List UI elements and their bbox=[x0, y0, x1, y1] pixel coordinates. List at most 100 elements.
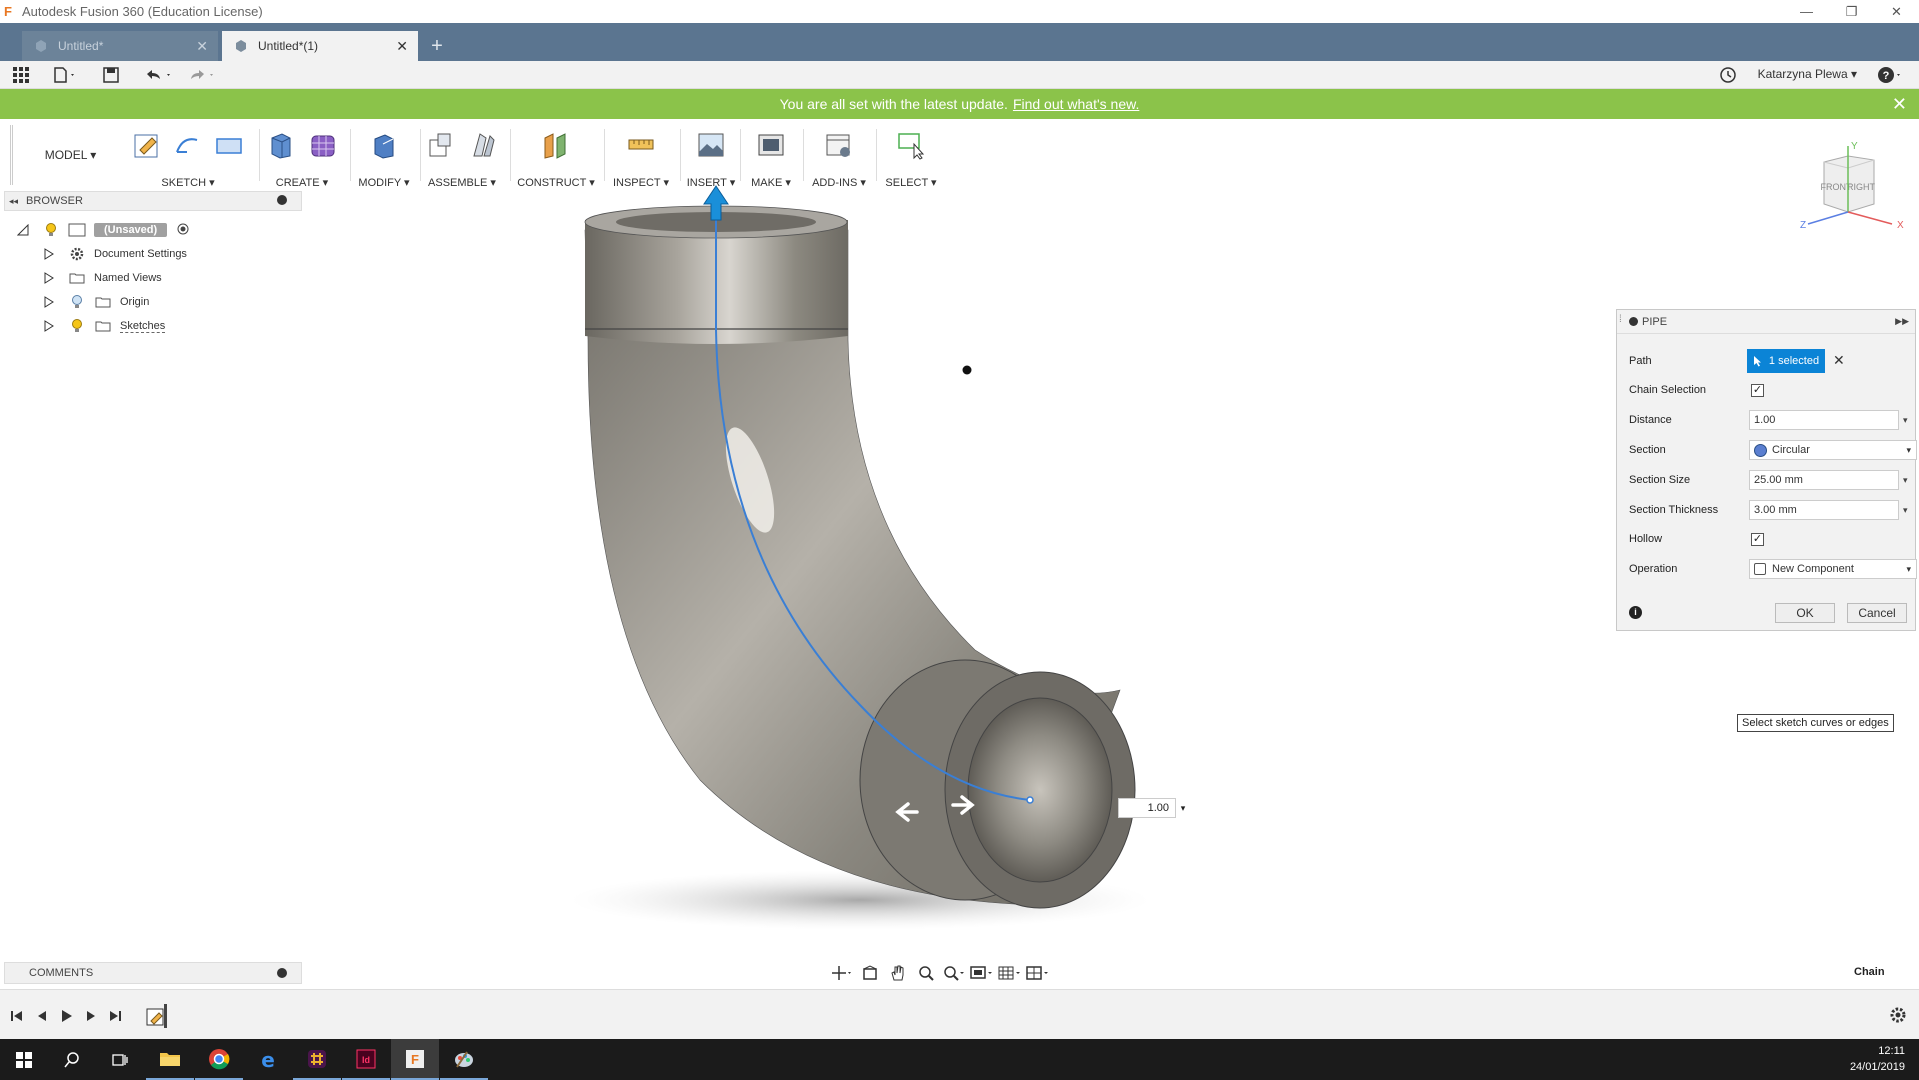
browser-panel-header[interactable]: ◂◂ BROWSER bbox=[4, 191, 302, 211]
path-selection-button[interactable]: 1 selected bbox=[1747, 349, 1825, 373]
collapsed-triangle-icon[interactable] bbox=[42, 295, 56, 309]
minimize-button[interactable]: — bbox=[1784, 0, 1829, 23]
lightbulb-icon[interactable] bbox=[68, 319, 86, 333]
tree-item-named-views[interactable]: Named Views bbox=[16, 266, 276, 290]
fit-zoom-icon[interactable] bbox=[942, 962, 966, 984]
make-menu[interactable]: MAKE ▾ bbox=[742, 176, 800, 189]
sketch-menu[interactable]: SKETCH ▾ bbox=[130, 176, 246, 189]
orbit-icon[interactable] bbox=[830, 962, 854, 984]
restore-button[interactable]: ❐ bbox=[1829, 0, 1874, 23]
operation-select[interactable]: New Component ▾ bbox=[1749, 559, 1917, 579]
undo-icon[interactable] bbox=[143, 66, 175, 84]
collapse-dialog-icon[interactable] bbox=[1629, 317, 1638, 326]
press-pull-icon[interactable] bbox=[367, 128, 401, 162]
step-back-icon[interactable] bbox=[33, 1007, 51, 1025]
app-grid-icon[interactable] bbox=[12, 66, 30, 84]
offset-plane-icon[interactable] bbox=[539, 128, 573, 162]
select-menu[interactable]: SELECT ▾ bbox=[878, 176, 944, 189]
scripts-addins-icon[interactable] bbox=[822, 128, 856, 162]
timeline-sketch-feature-icon[interactable] bbox=[145, 1004, 169, 1031]
lightbulb-icon[interactable] bbox=[42, 223, 60, 237]
document-tab[interactable]: Untitled* ✕ bbox=[22, 31, 218, 61]
file-explorer-icon[interactable] bbox=[146, 1039, 194, 1080]
close-window-button[interactable]: ✕ bbox=[1874, 0, 1919, 23]
step-forward-icon[interactable] bbox=[82, 1007, 100, 1025]
measure-icon[interactable] bbox=[624, 128, 658, 162]
tree-root[interactable]: (Unsaved) bbox=[16, 218, 276, 242]
create-sketch-icon[interactable] bbox=[130, 128, 163, 162]
activate-radio-icon[interactable] bbox=[177, 223, 189, 238]
chevron-down-icon[interactable]: ▾ bbox=[1903, 505, 1908, 516]
tree-item-origin[interactable]: Origin bbox=[16, 290, 276, 314]
windows-start-icon[interactable] bbox=[0, 1039, 48, 1080]
finish-sketch-arc-icon[interactable] bbox=[171, 128, 204, 162]
extrude-icon[interactable] bbox=[264, 128, 298, 162]
go-to-end-icon[interactable] bbox=[106, 1007, 124, 1025]
comments-panel[interactable]: COMMENTS bbox=[4, 962, 302, 984]
edge-icon[interactable]: e bbox=[244, 1039, 292, 1080]
assemble-menu[interactable]: ASSEMBLE ▾ bbox=[422, 176, 502, 189]
section-thickness-input[interactable]: 3.00 mm bbox=[1749, 500, 1899, 520]
timeline-settings-gear-icon[interactable] bbox=[1889, 1006, 1907, 1027]
display-settings-icon[interactable] bbox=[970, 962, 994, 984]
paint-app-icon[interactable] bbox=[440, 1039, 488, 1080]
distance-dimension-field[interactable]: 1.00 ▾ bbox=[1118, 798, 1192, 818]
3d-print-icon[interactable] bbox=[754, 128, 788, 162]
chevron-down-icon[interactable]: ▾ bbox=[1903, 415, 1908, 426]
drag-handle-icon[interactable]: ⁞ bbox=[1619, 314, 1622, 325]
grid-settings-icon[interactable] bbox=[998, 962, 1022, 984]
new-component-icon[interactable] bbox=[424, 128, 458, 162]
document-tab-active[interactable]: Untitled*(1) ✕ bbox=[222, 31, 418, 61]
collapse-browser-icon[interactable]: ◂◂ bbox=[9, 196, 18, 207]
task-view-icon[interactable] bbox=[96, 1039, 144, 1080]
go-to-start-icon[interactable] bbox=[8, 1007, 26, 1025]
browser-pin-icon[interactable] bbox=[277, 195, 287, 205]
insert-menu[interactable]: INSERT ▾ bbox=[682, 176, 740, 189]
workspace-switcher[interactable]: MODEL ▾ bbox=[10, 125, 128, 185]
user-account-menu[interactable]: Katarzyna Plewa ▾ bbox=[1758, 67, 1857, 81]
tree-item-document-settings[interactable]: Document Settings bbox=[16, 242, 276, 266]
collapsed-triangle-icon[interactable] bbox=[42, 271, 56, 285]
hollow-checkbox[interactable]: ✓ bbox=[1751, 532, 1764, 546]
whats-new-link[interactable]: Find out what's new. bbox=[1013, 96, 1139, 112]
file-menu-icon[interactable] bbox=[52, 66, 78, 84]
fusion-360-taskbar-icon[interactable]: F bbox=[391, 1039, 439, 1080]
close-tab-icon[interactable]: ✕ bbox=[396, 38, 408, 55]
system-clock[interactable]: 12:11 24/01/2019 bbox=[1850, 1043, 1905, 1075]
joint-icon[interactable] bbox=[466, 128, 500, 162]
info-icon[interactable]: i bbox=[1629, 606, 1642, 619]
expanded-triangle-icon[interactable] bbox=[16, 223, 30, 237]
pipe-dialog-header[interactable]: ⁞ PIPE ▶▶ bbox=[1617, 310, 1915, 334]
search-icon[interactable] bbox=[48, 1039, 96, 1080]
chrome-icon[interactable] bbox=[195, 1039, 243, 1080]
expand-dialog-icon[interactable]: ▶▶ bbox=[1895, 316, 1909, 327]
zoom-icon[interactable] bbox=[914, 962, 938, 984]
sketch-rectangle-icon[interactable] bbox=[213, 128, 246, 162]
pan-hand-icon[interactable] bbox=[886, 962, 910, 984]
inspect-menu[interactable]: INSPECT ▾ bbox=[606, 176, 676, 189]
add-comment-icon[interactable] bbox=[277, 968, 287, 978]
root-component-label[interactable]: (Unsaved) bbox=[94, 223, 168, 237]
slack-icon[interactable] bbox=[293, 1039, 341, 1080]
distance-dimension-value[interactable]: 1.00 bbox=[1118, 798, 1176, 818]
lightbulb-off-icon[interactable] bbox=[68, 295, 86, 309]
create-form-icon[interactable] bbox=[306, 128, 340, 162]
modify-menu[interactable]: MODIFY ▾ bbox=[352, 176, 416, 189]
redo-icon[interactable] bbox=[186, 66, 218, 84]
look-at-icon[interactable] bbox=[858, 962, 882, 984]
indesign-icon[interactable]: Id bbox=[342, 1039, 390, 1080]
collapsed-triangle-icon[interactable] bbox=[42, 319, 56, 333]
distance-input[interactable]: 1.00 bbox=[1749, 410, 1899, 430]
select-icon[interactable] bbox=[894, 128, 928, 162]
close-banner-icon[interactable]: ✕ bbox=[1892, 94, 1907, 115]
viewports-icon[interactable] bbox=[1026, 962, 1050, 984]
chevron-down-icon[interactable]: ▾ bbox=[1176, 803, 1190, 814]
construct-menu[interactable]: CONSTRUCT ▾ bbox=[513, 176, 599, 189]
create-menu[interactable]: CREATE ▾ bbox=[262, 176, 342, 189]
chain-selection-checkbox[interactable]: ✓ bbox=[1751, 383, 1764, 397]
add-ins-menu[interactable]: ADD-INS ▾ bbox=[806, 176, 872, 189]
save-icon[interactable] bbox=[102, 66, 120, 84]
section-size-input[interactable]: 25.00 mm bbox=[1749, 470, 1899, 490]
collapsed-triangle-icon[interactable] bbox=[42, 247, 56, 261]
cancel-button[interactable]: Cancel bbox=[1847, 603, 1907, 623]
